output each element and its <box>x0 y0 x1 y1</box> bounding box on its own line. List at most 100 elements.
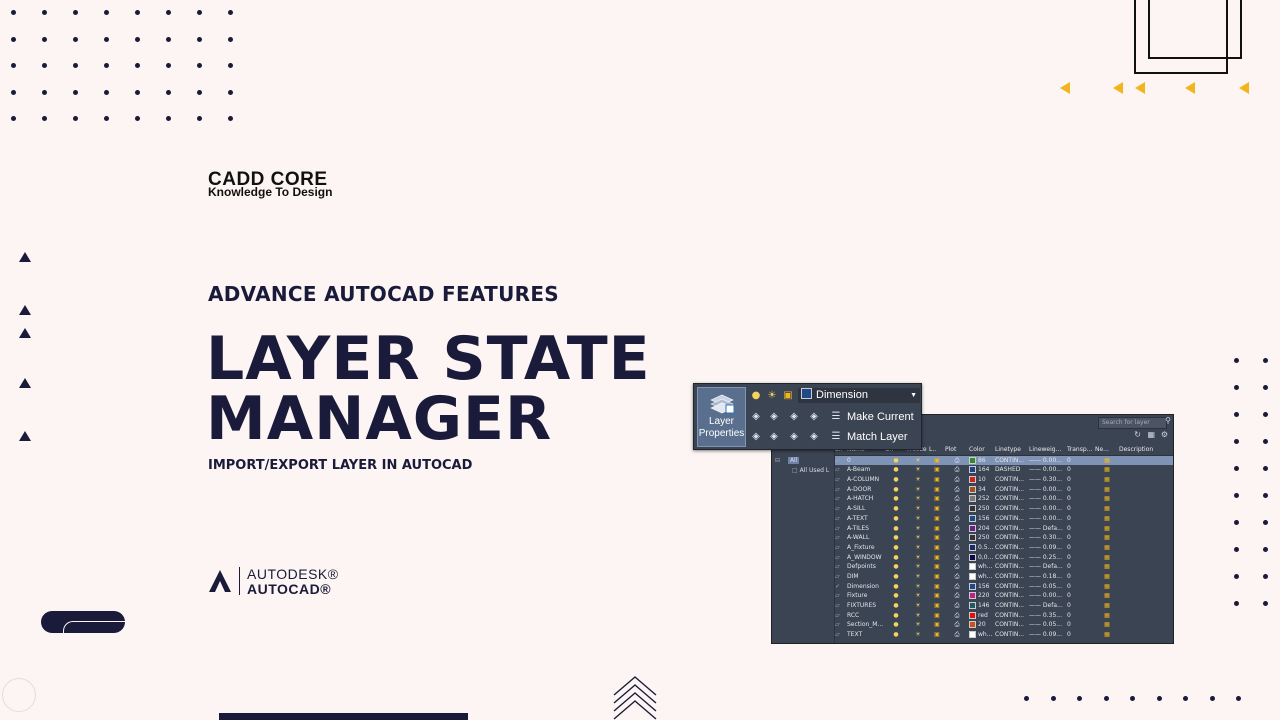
layer-lineweight[interactable]: —— Defa... <box>1029 524 1067 534</box>
layer-transparency[interactable]: 0 <box>1067 611 1095 621</box>
new-vp-freeze-icon[interactable]: ▦ <box>1095 591 1119 601</box>
lightbulb-icon[interactable]: ● <box>885 630 907 640</box>
layer-lineweight[interactable]: —— 0.05... <box>1029 582 1067 592</box>
layer-color[interactable]: 156 <box>969 582 995 592</box>
layer-lineweight[interactable]: —— 0.05... <box>1029 620 1067 630</box>
layer-color[interactable]: 20 <box>969 620 995 630</box>
sun-icon[interactable]: ☀ <box>907 456 929 466</box>
layer-description[interactable] <box>1119 543 1179 553</box>
column-header[interactable]: Plot <box>945 445 969 455</box>
layer-row[interactable]: ▱ Defpoints ● ☀ ▣ ⎙ wh... CONTIN... —— Defa... 0 ▦ <box>835 562 1173 572</box>
layer-name[interactable]: Defpoints <box>847 562 885 572</box>
layer-description[interactable] <box>1119 485 1179 495</box>
layer-lineweight[interactable]: —— 0.09... <box>1029 543 1067 553</box>
lightbulb-icon[interactable]: ● <box>885 553 907 563</box>
layer-description[interactable] <box>1119 620 1179 630</box>
layer-name[interactable]: A-Beam <box>847 465 885 475</box>
layer-linetype[interactable]: CONTIN... <box>995 524 1029 534</box>
sun-icon[interactable]: ☀ <box>907 601 929 611</box>
new-vp-freeze-icon[interactable]: ▦ <box>1095 465 1119 475</box>
layer-color[interactable]: 146 <box>969 601 995 611</box>
layer-name[interactable]: TEXT <box>847 630 885 640</box>
sun-icon[interactable]: ☀ <box>907 630 929 640</box>
printer-icon[interactable]: ⎙ <box>945 504 969 514</box>
layer-linetype[interactable]: CONTIN... <box>995 514 1029 524</box>
lightbulb-icon[interactable]: ● <box>885 601 907 611</box>
layer-on-icon[interactable]: ◈ <box>750 431 762 443</box>
new-vp-freeze-icon[interactable]: ▦ <box>1095 504 1119 514</box>
layer-color[interactable]: wh... <box>969 572 995 582</box>
settings-gear-icon[interactable]: ⚙ <box>1161 430 1168 439</box>
layer-linetype[interactable]: CONTIN... <box>995 543 1029 553</box>
layer-unlock-icon[interactable]: ◈ <box>808 431 820 443</box>
layer-row[interactable]: ▱ RCC ● ☀ ▣ ⎙ red CONTIN... —— 0.35... 0 ▦ <box>835 611 1173 621</box>
layer-transparency[interactable]: 0 <box>1067 582 1095 592</box>
layer-off-icon[interactable]: ◈ <box>750 411 762 423</box>
layer-linetype[interactable]: CONTIN... <box>995 485 1029 495</box>
printer-icon[interactable]: ⎙ <box>945 582 969 592</box>
lock-icon[interactable]: ▣ <box>929 562 945 572</box>
layer-linetype[interactable]: CONTIN... <box>995 572 1029 582</box>
new-vp-freeze-icon[interactable]: ▦ <box>1095 475 1119 485</box>
column-header[interactable]: Color <box>969 445 995 455</box>
new-vp-freeze-icon[interactable]: ▦ <box>1095 533 1119 543</box>
layer-description[interactable] <box>1119 611 1179 621</box>
lock-icon[interactable]: ▣ <box>929 620 945 630</box>
layer-row[interactable]: ▱ TEXT ● ☀ ▣ ⎙ wh... CONTIN... —— 0.09... 0 ▦ <box>835 630 1173 640</box>
printer-icon[interactable]: ⎙ <box>945 514 969 524</box>
layer-name[interactable]: A-DOOR <box>847 485 885 495</box>
lightbulb-icon[interactable]: ● <box>885 494 907 504</box>
layer-lock-icon[interactable]: ◈ <box>808 411 820 423</box>
current-layer-dropdown[interactable]: Dimension ▼ <box>798 388 920 403</box>
layer-linetype[interactable]: CONTIN... <box>995 456 1029 466</box>
new-vp-freeze-icon[interactable]: ▦ <box>1095 572 1119 582</box>
lightbulb-icon[interactable]: ● <box>885 582 907 592</box>
layer-color[interactable]: wh... <box>969 562 995 572</box>
column-header[interactable]: Lineweig... <box>1029 445 1067 455</box>
layer-lineweight[interactable]: —— 0.25... <box>1029 553 1067 563</box>
printer-icon[interactable]: ⎙ <box>945 543 969 553</box>
layer-lineweight[interactable]: —— 0.09... <box>1029 630 1067 640</box>
column-header[interactable]: Description <box>1119 445 1179 455</box>
lock-icon[interactable]: ▣ <box>929 504 945 514</box>
tree-node-all[interactable]: ⊟ All <box>775 457 800 464</box>
layer-transparency[interactable]: 0 <box>1067 514 1095 524</box>
layer-transparency[interactable]: 0 <box>1067 504 1095 514</box>
new-vp-freeze-icon[interactable]: ▦ <box>1095 514 1119 524</box>
sun-icon[interactable]: ☀ <box>907 543 929 553</box>
sun-icon[interactable]: ☀ <box>907 611 929 621</box>
layer-description[interactable] <box>1119 582 1179 592</box>
sun-icon[interactable]: ☀ <box>907 572 929 582</box>
lock-icon[interactable]: ▣ <box>929 494 945 504</box>
layer-linetype[interactable]: CONTIN... <box>995 630 1029 640</box>
layer-color[interactable]: 0,0... <box>969 553 995 563</box>
layer-transparency[interactable]: 0 <box>1067 465 1095 475</box>
layer-row[interactable]: ▱ A_Fixture ● ☀ ▣ ⎙ 0.5... CONTIN... —— 0.09... 0… <box>835 543 1173 553</box>
new-vp-freeze-icon[interactable]: ▦ <box>1095 494 1119 504</box>
layer-transparency[interactable]: 0 <box>1067 630 1095 640</box>
layer-description[interactable] <box>1119 553 1179 563</box>
printer-icon[interactable]: ⎙ <box>945 591 969 601</box>
layer-linetype[interactable]: CONTIN... <box>995 553 1029 563</box>
layer-description[interactable] <box>1119 591 1179 601</box>
printer-icon[interactable]: ⎙ <box>945 524 969 534</box>
layer-linetype[interactable]: CONTIN... <box>995 494 1029 504</box>
lightbulb-icon[interactable]: ● <box>885 562 907 572</box>
layer-transparency[interactable]: 0 <box>1067 524 1095 534</box>
layer-name[interactable]: 0 <box>847 456 885 466</box>
printer-icon[interactable]: ⎙ <box>945 611 969 621</box>
layer-linetype[interactable]: CONTIN... <box>995 620 1029 630</box>
tree-node-all-used[interactable]: □ All Used L <box>792 467 829 474</box>
layer-thaw-icon[interactable]: ◈ <box>788 431 800 443</box>
lightbulb-icon[interactable]: ● <box>885 572 907 582</box>
new-vp-freeze-icon[interactable]: ▦ <box>1095 601 1119 611</box>
layer-description[interactable] <box>1119 572 1179 582</box>
layer-color[interactable]: red <box>969 611 995 621</box>
layer-row[interactable]: ▱ Section_M... ● ☀ ▣ ⎙ 20 CONTIN... —— 0.05... 0 ▦ <box>835 620 1173 630</box>
layer-row[interactable]: ▱ A-TEXT ● ☀ ▣ ⎙ 156 CONTIN... —— 0.00... 0 ▦ <box>835 514 1173 524</box>
sun-icon[interactable]: ☀ <box>907 475 929 485</box>
layer-name[interactable]: Dimension <box>847 582 885 592</box>
layer-row[interactable]: ▱ A-HATCH ● ☀ ▣ ⎙ 252 CONTIN... —— 0.00... 0 ▦ <box>835 494 1173 504</box>
layer-lineweight[interactable]: —— 0.00... <box>1029 514 1067 524</box>
layer-name[interactable]: FIXTURES <box>847 601 885 611</box>
